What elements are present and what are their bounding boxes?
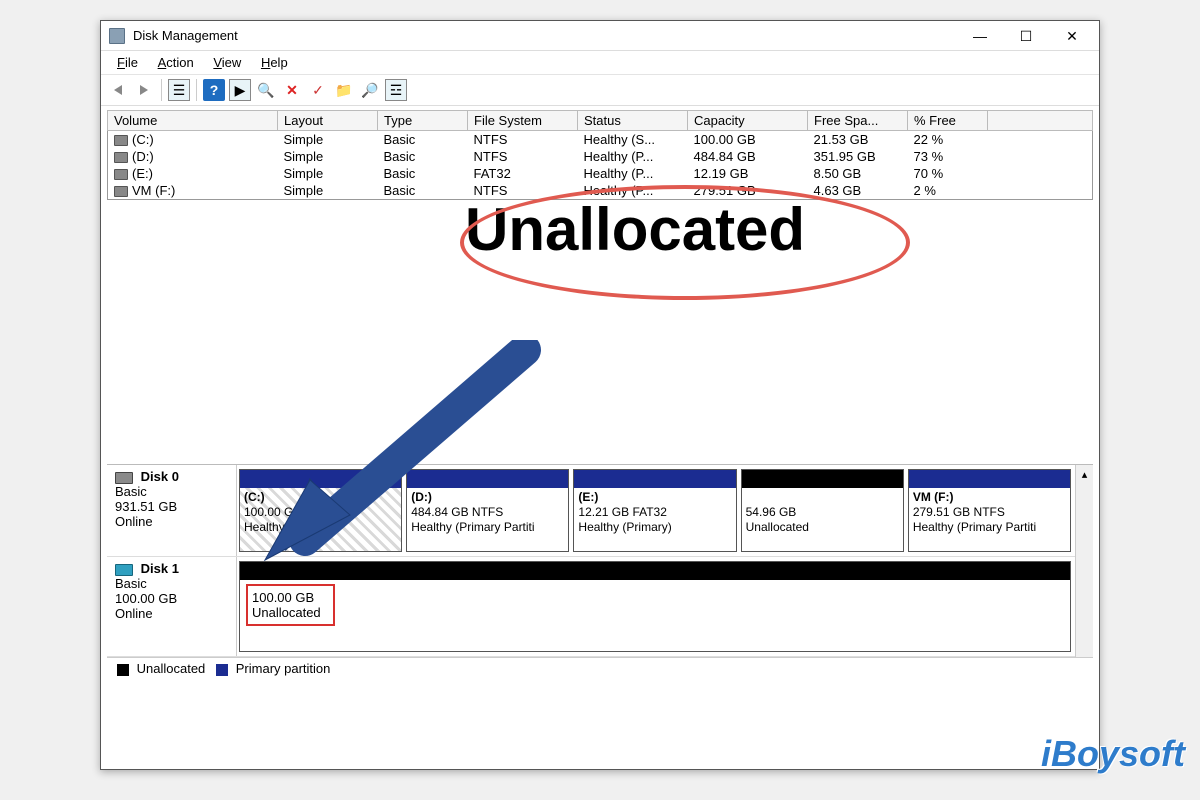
folder-icon[interactable]: 📁 [333,79,355,101]
disk0-type: Basic [115,484,147,499]
disk0-size: 931.51 GB [115,499,177,514]
menu-view[interactable]: View [205,53,249,72]
table-row[interactable]: (E:)SimpleBasicFAT32Healthy (P...12.19 G… [108,165,1093,182]
disk1-part-status: Unallocated [252,605,321,620]
disk1-row[interactable]: Disk 1 Basic 100.00 GB Online 100.00 GB … [107,557,1093,657]
partition-label: (D:)484.84 GB NTFSHealthy (Primary Parti… [407,488,568,537]
volume-icon [114,186,128,197]
disk-icon [115,564,133,576]
annotation-redbox: 100.00 GB Unallocated [246,584,335,626]
partition-label: 54.96 GBUnallocated [742,488,903,537]
col-type[interactable]: Type [378,111,468,131]
disk1-size: 100.00 GB [115,591,177,606]
properties-icon[interactable]: 🔍 [255,79,277,101]
disk0-row[interactable]: Disk 0 Basic 931.51 GB Online (C:)100.00… [107,465,1093,557]
partition-bar [909,470,1070,488]
menu-file[interactable]: File [109,53,146,72]
volume-icon [114,135,128,146]
show-hide-button[interactable]: ☰ [168,79,190,101]
disk1-state: Online [115,606,153,621]
col-volume[interactable]: Volume [108,111,278,131]
table-row[interactable]: (C:)SimpleBasicNTFSHealthy (S...100.00 G… [108,131,1093,149]
legend-unallocated-icon [117,664,129,676]
partition-bar [574,470,735,488]
partition-label: (C:)100.00 GB NTFSHealthy (System) [240,488,401,537]
disk0-label: Disk 0 Basic 931.51 GB Online [107,465,237,556]
col-layout[interactable]: Layout [278,111,378,131]
disk0-name: Disk 0 [141,469,179,484]
col-filesystem[interactable]: File System [468,111,578,131]
disk1-name: Disk 1 [141,561,179,576]
partition[interactable]: (C:)100.00 GB NTFSHealthy (System) [239,469,402,552]
volume-rows: (C:)SimpleBasicNTFSHealthy (S...100.00 G… [108,131,1093,200]
minimize-button[interactable]: — [957,22,1003,50]
partition-bar [240,470,401,488]
close-button[interactable]: ✕ [1049,22,1095,50]
back-button[interactable] [107,79,129,101]
legend: Unallocated Primary partition [107,657,1093,679]
app-icon [109,28,125,44]
col-status[interactable]: Status [578,111,688,131]
toolbar-divider [161,79,162,101]
menubar: File Action View Help [101,51,1099,75]
window-buttons: — ☐ ✕ [957,22,1095,50]
volume-table: Volume Layout Type File System Status Ca… [107,110,1093,200]
partition-bar [742,470,903,488]
refresh-icon[interactable]: ▶ [229,79,251,101]
maximize-button[interactable]: ☐ [1003,22,1049,50]
disk-icon [115,472,133,484]
volume-icon [114,169,128,180]
disk0-partitions: (C:)100.00 GB NTFSHealthy (System)(D:)48… [237,465,1093,556]
partition[interactable]: 54.96 GBUnallocated [741,469,904,552]
volume-icon [114,152,128,163]
check-icon[interactable]: ✓ [307,79,329,101]
partition-label: VM (F:)279.51 GB NTFSHealthy (Primary Pa… [909,488,1070,537]
disk1-part-size: 100.00 GB [252,590,314,605]
titlebar: Disk Management — ☐ ✕ [101,21,1099,51]
partition[interactable]: (E:)12.21 GB FAT32Healthy (Primary) [573,469,736,552]
col-freespace[interactable]: Free Spa... [808,111,908,131]
partition-label: (E:)12.21 GB FAT32Healthy (Primary) [574,488,735,537]
disk1-partitions: 100.00 GB Unallocated [237,557,1093,656]
volume-table-header: Volume Layout Type File System Status Ca… [108,111,1093,131]
disk1-unallocated-partition[interactable]: 100.00 GB Unallocated [239,561,1071,652]
partition[interactable]: (D:)484.84 GB NTFSHealthy (Primary Parti… [406,469,569,552]
legend-primary-label: Primary partition [236,661,331,676]
watermark: iBoysoft [1041,733,1185,775]
disk-management-window: Disk Management — ☐ ✕ File Action View H… [100,20,1100,770]
partition-bar [407,470,568,488]
window-title: Disk Management [133,28,957,43]
table-row[interactable]: (D:)SimpleBasicNTFSHealthy (P...484.84 G… [108,148,1093,165]
toolbar: ☰ ? ▶ 🔍 ✕ ✓ 📁 🔎 ☲ [101,75,1099,106]
col-blank[interactable] [988,111,1093,131]
help-icon[interactable]: ? [203,79,225,101]
menu-action[interactable]: Action [150,53,202,72]
disk1-type: Basic [115,576,147,591]
disk-graphical-view: ▴ Disk 0 Basic 931.51 GB Online (C:)100.… [107,464,1093,657]
forward-button[interactable] [133,79,155,101]
legend-unallocated-label: Unallocated [137,661,206,676]
toolbar-divider [196,79,197,101]
list-icon[interactable]: ☲ [385,79,407,101]
annotation-text: Unallocated [465,195,805,264]
menu-help[interactable]: Help [253,53,296,72]
col-pctfree[interactable]: % Free [908,111,988,131]
disk0-state: Online [115,514,153,529]
partition-bar [240,562,1070,580]
col-capacity[interactable]: Capacity [688,111,808,131]
partition[interactable]: VM (F:)279.51 GB NTFSHealthy (Primary Pa… [908,469,1071,552]
legend-primary-icon [216,664,228,676]
search-icon[interactable]: 🔎 [359,79,381,101]
delete-icon[interactable]: ✕ [281,79,303,101]
disk1-label: Disk 1 Basic 100.00 GB Online [107,557,237,656]
